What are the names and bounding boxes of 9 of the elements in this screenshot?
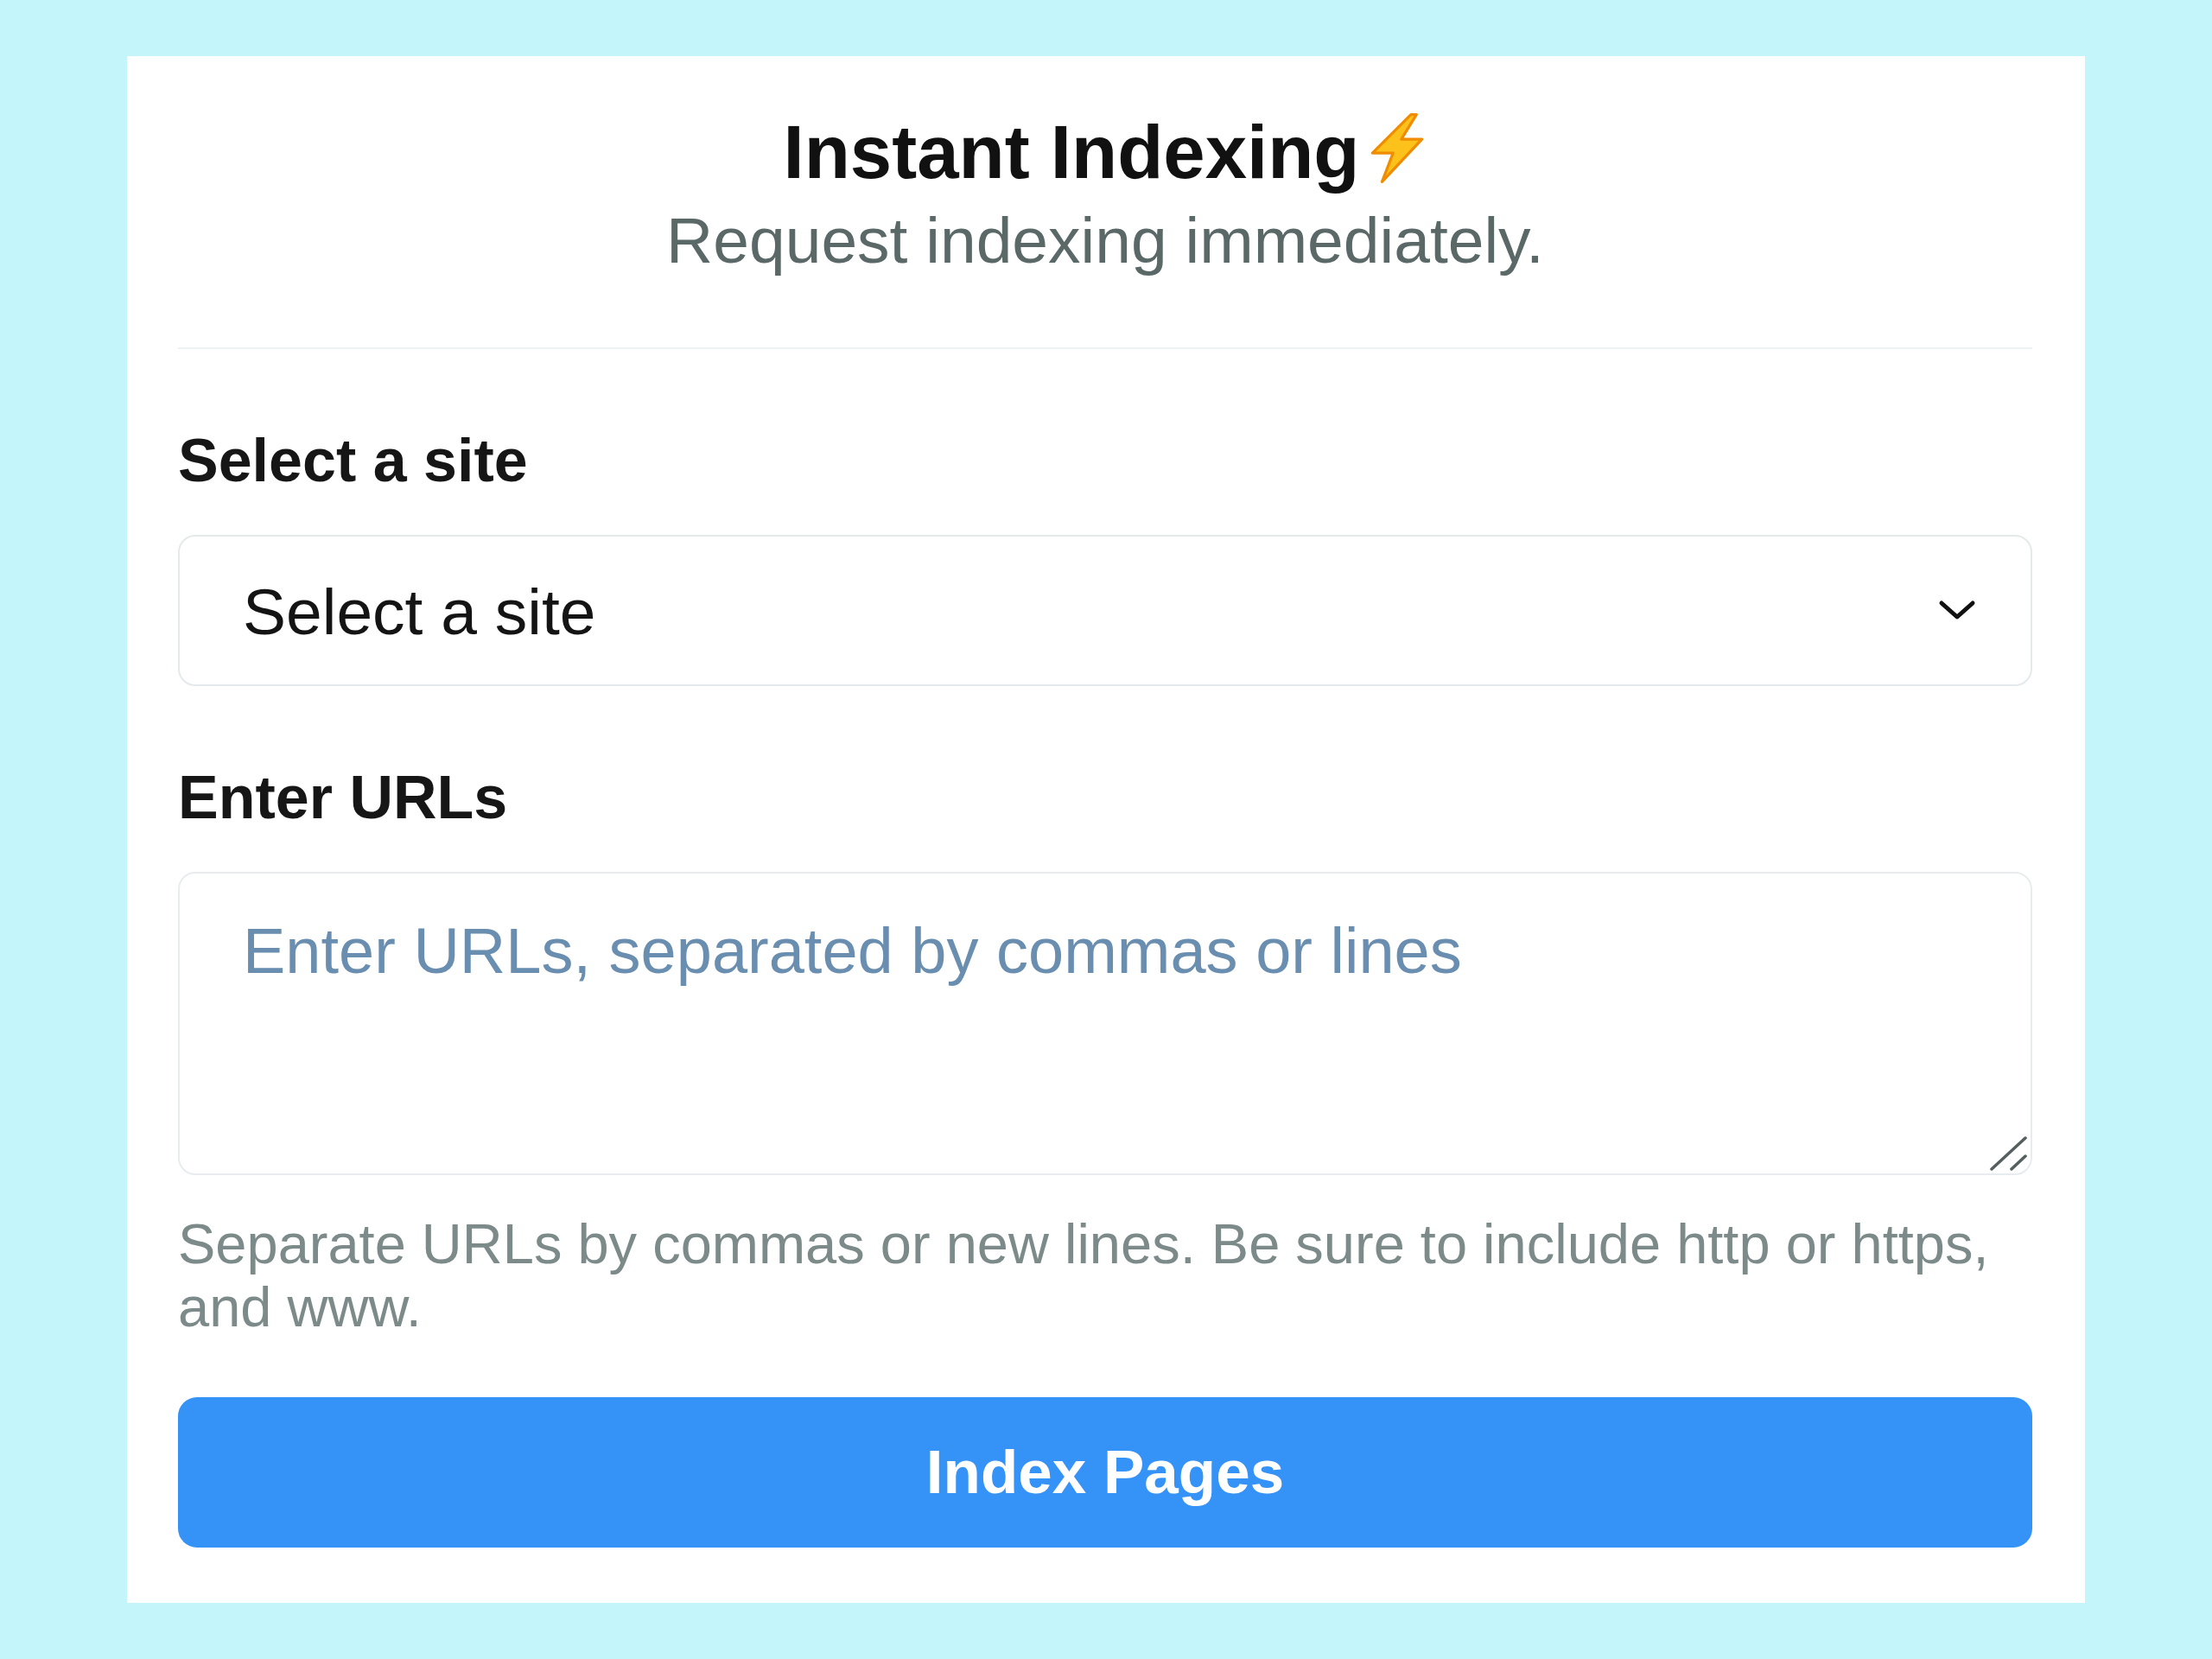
help-text: Separate URLs by commas or new lines. Be sure to include http or https, and www. bbox=[178, 1211, 1990, 1338]
card-title: Instant Indexing bbox=[783, 109, 1360, 196]
site-select[interactable]: Select a site bbox=[178, 534, 2032, 686]
card-subtitle: Request indexing immediately. bbox=[665, 202, 1545, 277]
chevron-down-icon bbox=[1938, 600, 1976, 621]
resize-handle-icon[interactable] bbox=[1990, 1135, 2027, 1171]
field-label: Enter URLs bbox=[178, 766, 508, 828]
field-label: Select a site bbox=[178, 429, 528, 491]
urls-textarea[interactable]: Enter URLs, separated by commas or lines bbox=[178, 871, 2032, 1175]
